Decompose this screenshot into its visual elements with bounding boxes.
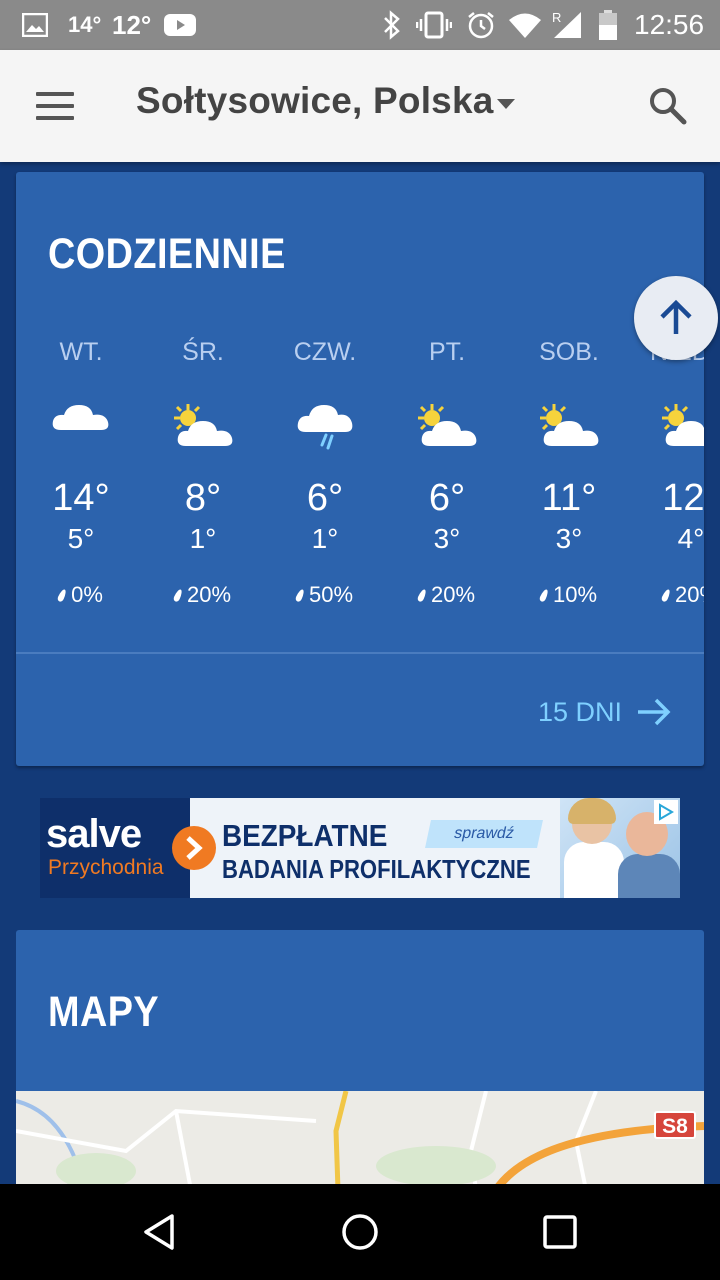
ad-brand-panel: salve Przychodnia (40, 798, 190, 898)
arrow-right-icon (638, 698, 671, 726)
forecast-day[interactable]: PT. 6° 3° 20% (386, 332, 508, 610)
alarm-icon (466, 0, 496, 50)
forecast-precip-value: 0% (71, 582, 103, 607)
forecast-day-name: PT. (428, 338, 466, 366)
wifi-icon (508, 0, 542, 50)
forecast-day[interactable]: SOB. 11° 3° 10% (508, 332, 630, 610)
chevron-right-icon (172, 826, 216, 870)
forecast-day-name: SOB. (539, 338, 599, 366)
ad-brand: salve (46, 812, 142, 856)
raindrop-icon (172, 587, 184, 603)
maps-title: MAPY (48, 988, 160, 1036)
location-dropdown-icon[interactable] (497, 99, 515, 109)
fifteen-day-label: 15 DNI (537, 696, 622, 727)
status-time: 12:56 (634, 9, 705, 40)
forecast-high-temp: 8° (184, 477, 222, 519)
forecast-day[interactable]: ŚR. 8° 1° 20% (142, 332, 264, 610)
arrow-up-icon (660, 299, 692, 334)
forecast-precip: 50% (264, 580, 386, 610)
forecast-high-temp: 12° (662, 477, 704, 519)
ad-choices-icon[interactable] (654, 800, 678, 824)
map-roads (16, 1090, 704, 1190)
forecast-precip-value: 10% (552, 582, 598, 607)
partly-sunny-icon (508, 372, 630, 472)
forecast-low-temp: 1° (189, 523, 217, 554)
status-temp-primary: 14° (68, 12, 102, 37)
forecast-precip: 20% (630, 580, 704, 610)
partly-sunny-icon (630, 372, 704, 472)
forecast-low-temp: 1° (311, 523, 339, 554)
fifteen-day-link[interactable]: 15 DNI (538, 692, 672, 732)
map-preview[interactable]: S8 (16, 1090, 704, 1190)
bluetooth-icon (382, 0, 402, 50)
forecast-day[interactable]: NIEDZ.12°4°20% (630, 332, 704, 610)
status-temp-secondary: 12° (112, 9, 152, 40)
rain-cloud-icon (264, 372, 386, 472)
navigation-bar (0, 1184, 720, 1280)
app-bar: Sołtysowice, Polska (0, 50, 720, 162)
forecast-precip-value: 20% (674, 582, 704, 607)
signal-icon (552, 0, 582, 50)
partly-sunny-icon (142, 372, 264, 472)
forecast-day-name: WT. (59, 338, 103, 366)
cloud-icon (20, 372, 142, 472)
forecast-day[interactable]: CZW. 6° 1° 50% (264, 332, 386, 610)
recents-icon[interactable] (536, 1208, 584, 1256)
maps-card: MAPY S8 (16, 930, 704, 1190)
raindrop-icon (538, 587, 550, 603)
forecast-high-temp: 6° (428, 477, 466, 519)
status-bar: 14° 12° R 12:56 (0, 0, 720, 50)
ad-brand-sub: Przychodnia (48, 856, 164, 879)
forecast-high-temp: 14° (52, 477, 110, 519)
forecast-low-temp: 4° (677, 523, 704, 554)
ad-headline: BEZPŁATNE (222, 818, 388, 853)
image-notification-icon (22, 0, 48, 50)
forecast-precip-value: 20% (186, 582, 232, 607)
raindrop-icon (56, 587, 68, 603)
forecast-high-temp: 6° (306, 477, 344, 519)
daily-title: CODZIENNIE (48, 230, 286, 278)
forecast-day[interactable]: WT. 14° 5° 0% (20, 332, 142, 610)
forecast-low-temp: 5° (67, 523, 95, 554)
raindrop-icon (416, 587, 428, 603)
youtube-icon (164, 0, 196, 50)
forecast-precip: 20% (386, 580, 508, 610)
card-divider (16, 652, 704, 654)
forecast-day-name: ŚR. (182, 338, 224, 366)
raindrop-icon (660, 587, 672, 603)
raindrop-icon (294, 587, 306, 603)
forecast-day-name: CZW. (293, 338, 357, 366)
back-icon[interactable] (136, 1208, 184, 1256)
daily-forecast-card: CODZIENNIE WT. 14° 5° 0% ŚR. 8° 1° 20% CZW. 6° 1° 5… (16, 172, 704, 766)
menu-icon[interactable] (30, 86, 82, 126)
forecast-precip: 10% (508, 580, 630, 610)
ad-banner[interactable]: salve Przychodnia BEZPŁATNE sprawdź BADA… (40, 798, 680, 898)
partly-sunny-icon (386, 372, 508, 472)
forecast-precip-value: 20% (430, 582, 476, 607)
scroll-to-top-button[interactable] (634, 276, 718, 360)
ad-subheadline: BADANIA PROFILAKTYCZNE (222, 854, 531, 884)
route-badge: S8 (654, 1111, 696, 1139)
forecast-precip: 0% (20, 580, 142, 610)
home-icon[interactable] (336, 1208, 384, 1256)
forecast-high-temp: 11° (541, 477, 597, 519)
location-title[interactable]: Sołtysowice, Polska (136, 80, 494, 122)
forecast-low-temp: 3° (433, 523, 461, 554)
battery-icon (598, 0, 618, 50)
forecast-low-temp: 3° (555, 523, 583, 554)
forecast-precip: 20% (142, 580, 264, 610)
vibrate-icon (416, 0, 452, 50)
forecast-precip-value: 50% (308, 582, 354, 607)
search-icon[interactable] (648, 86, 694, 132)
ad-cta-button[interactable]: sprawdź (425, 820, 543, 848)
